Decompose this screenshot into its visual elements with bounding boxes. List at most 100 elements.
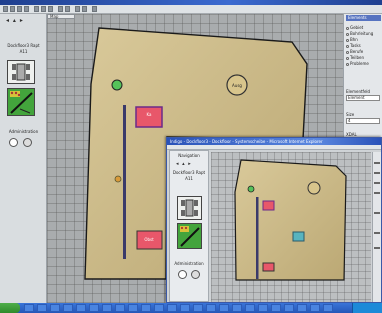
popup-green-marker (247, 185, 255, 193)
element-option-bhn[interactable]: Bhn (346, 37, 358, 42)
popup-panel-subtitle: Dockfloor3 Rapt (172, 170, 206, 175)
popup-floor-plan-canvas[interactable] (211, 152, 371, 302)
paste-icon[interactable] (48, 6, 53, 12)
taskbar-app-button[interactable] (297, 304, 307, 312)
start-button[interactable] (0, 303, 20, 313)
administration-label: Administration (8, 129, 39, 134)
popup-right-item (374, 247, 380, 249)
left-tool-panel: ◂ ▴ ▸ Dockfloor3 Rapt A11 Administration (0, 14, 47, 303)
taskbar-app-button[interactable] (24, 304, 34, 312)
taskbar-app-button[interactable] (115, 304, 125, 312)
element-option-bohrleitung[interactable]: Bohrleitung (346, 31, 373, 36)
round-element-label: Ausg (232, 83, 242, 88)
taskbar-app-button[interactable] (128, 304, 138, 312)
size-label: Size (346, 112, 355, 117)
popup-right-item (374, 212, 380, 214)
floor-tool-button[interactable] (7, 88, 35, 116)
redo-icon[interactable] (65, 6, 70, 12)
taskbar-app-button[interactable] (63, 304, 73, 312)
print-icon[interactable] (24, 6, 29, 12)
zoom-icon[interactable] (75, 6, 80, 12)
taskbar-app-button[interactable] (193, 304, 203, 312)
elementfeld-label: Elementfeld (346, 89, 371, 94)
taskbar-app-button[interactable] (206, 304, 216, 312)
popup-right-item (374, 182, 380, 184)
floor-tool-icon (10, 91, 33, 114)
robot-tool-icon (12, 63, 30, 81)
taskbar-app-button[interactable] (37, 304, 47, 312)
open-icon[interactable] (10, 6, 15, 12)
element-option-berufe[interactable]: Berufe (346, 49, 363, 54)
taskbar-app-button[interactable] (323, 304, 333, 312)
taskbar-app-button[interactable] (50, 304, 60, 312)
pie-icon[interactable] (191, 270, 200, 279)
grid-icon[interactable] (82, 6, 87, 12)
taskbar-app-button[interactable] (102, 304, 112, 312)
popup-right-item (374, 172, 380, 174)
robot-tool-icon (181, 199, 198, 217)
popup-floor-plan-shape (234, 159, 347, 281)
panel-subtitle: A11 (19, 49, 28, 54)
floor-tool-icon (180, 226, 200, 247)
element-option-gebiet[interactable]: Gebiet (346, 25, 363, 30)
browser-popup-window: Indigo - Dockfloor3 - Dockfloor - System… (166, 137, 382, 303)
element-option-teilben[interactable]: Teilben (346, 55, 364, 60)
taskbar-app-button[interactable] (232, 304, 242, 312)
popup-right-item (374, 162, 380, 164)
taskbar-app-button[interactable] (219, 304, 229, 312)
taskbar-app-button[interactable] (271, 304, 281, 312)
popup-robot-tool-button[interactable] (177, 196, 202, 220)
green-marker (111, 79, 123, 91)
save-icon[interactable] (17, 6, 22, 12)
taskbar-app-button[interactable] (76, 304, 86, 312)
size-input[interactable]: 4 (346, 118, 380, 124)
popup-administration-label: Administration (174, 261, 204, 266)
taskbar-app-button[interactable] (167, 304, 177, 312)
taskbar-app-button[interactable] (245, 304, 255, 312)
taskbar (0, 303, 382, 313)
help-icon[interactable] (92, 6, 97, 12)
elementfeld-select[interactable]: Element (346, 95, 380, 101)
new-icon[interactable] (3, 6, 8, 12)
popup-right-item (374, 232, 380, 234)
popup-right-panel (372, 152, 381, 302)
taskbar-app-button[interactable] (89, 304, 99, 312)
red-box-large-label: Obst (144, 237, 154, 242)
popup-title-bar[interactable]: Indigo - Dockfloor3 - Dockfloor - System… (167, 138, 381, 145)
panel-title: Dockfloor3 Rapt (7, 43, 40, 48)
popup-wall-line (256, 197, 259, 279)
popup-red-box-large (262, 262, 275, 272)
elements-header-label: Elements (348, 15, 367, 20)
settings-icon[interactable] (178, 270, 187, 279)
popup-panel-title: Navigation (178, 153, 200, 158)
element-option-probleme[interactable]: Probleme (346, 61, 369, 66)
nav-arrows[interactable]: ◂ ▴ ▸ (6, 17, 24, 24)
taskbar-app-button[interactable] (154, 304, 164, 312)
main-toolbar (0, 5, 382, 14)
copy-icon[interactable] (41, 6, 46, 12)
popup-nav-arrows[interactable]: ◂ ▴ ▸ (176, 161, 192, 167)
taskbar-app-button[interactable] (180, 304, 190, 312)
popup-left-panel: Navigation ◂ ▴ ▸ Dockfloor3 Rapt A11 Adm… (169, 150, 209, 302)
system-tray[interactable] (352, 303, 382, 313)
undo-icon[interactable] (58, 6, 63, 12)
popup-round-element (307, 181, 321, 195)
robot-tool-button[interactable] (7, 60, 35, 84)
element-option-tasks[interactable]: Tasks (346, 43, 361, 48)
popup-floor-plan-drawing (234, 159, 347, 281)
red-box-small (135, 106, 163, 128)
popup-floor-tool-button[interactable] (177, 223, 202, 249)
taskbar-app-button[interactable] (310, 304, 320, 312)
popup-right-item (374, 192, 380, 194)
cut-icon[interactable] (34, 6, 39, 12)
orange-marker (114, 175, 122, 183)
taskbar-app-button[interactable] (141, 304, 151, 312)
elements-header: Elements (346, 15, 381, 21)
taskbar-app-button[interactable] (284, 304, 294, 312)
wall-line (123, 105, 126, 259)
pie-icon[interactable] (23, 138, 32, 147)
settings-icon[interactable] (9, 138, 18, 147)
popup-blue-box (292, 231, 305, 242)
popup-red-box-small (262, 200, 275, 211)
taskbar-app-button[interactable] (258, 304, 268, 312)
